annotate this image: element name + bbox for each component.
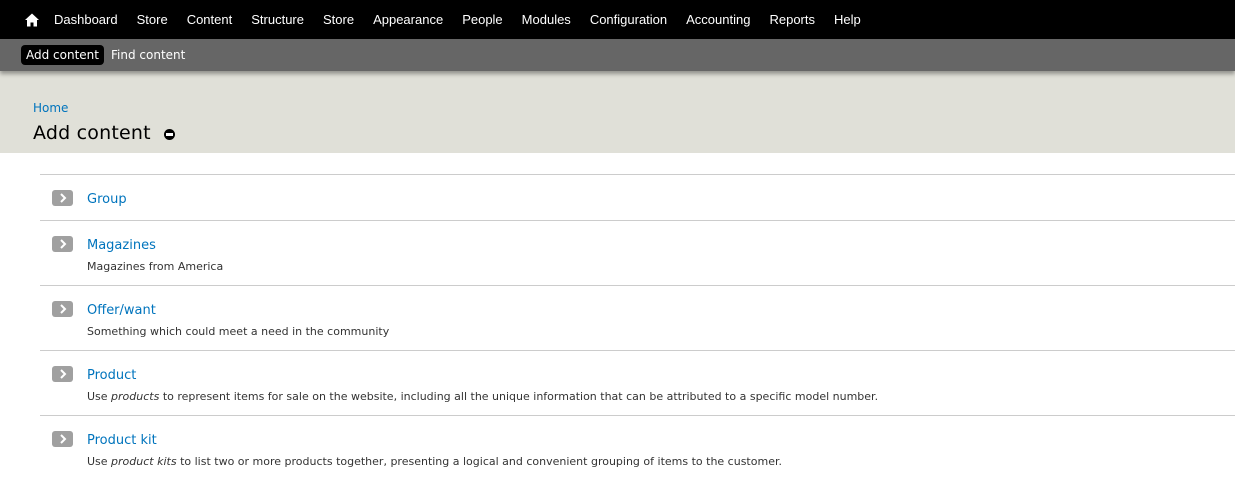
chevron-right-icon	[52, 190, 73, 206]
content-type-description: Use product kits to list two or more pro…	[87, 455, 1235, 468]
description-emphasis: product kits	[111, 455, 177, 468]
chevron-right-icon	[52, 366, 73, 382]
toolbar-item-store[interactable]: Store	[137, 12, 168, 27]
home-icon[interactable]	[24, 12, 40, 28]
remove-shortcut-icon[interactable]	[163, 129, 175, 140]
shortcut-add-content[interactable]: Add content	[21, 45, 104, 65]
content-type-description: Something which could meet a need in the…	[87, 325, 1235, 338]
chevron-right-icon	[52, 236, 73, 252]
content-type-description: Use products to represent items for sale…	[87, 390, 1235, 403]
content-type-list: Group Magazines Magazines from America O…	[40, 174, 1235, 480]
content-type-description: Magazines from America	[87, 260, 1235, 273]
description-text: Something which could meet a need in the…	[87, 325, 390, 338]
content-type-link[interactable]: Magazines	[87, 238, 156, 253]
content-type-magazines: Magazines Magazines from America	[40, 221, 1235, 286]
page-title: Add content	[33, 122, 151, 144]
toolbar-item-appearance[interactable]: Appearance	[373, 12, 443, 27]
description-text: to represent items for sale on the websi…	[159, 390, 879, 403]
toolbar-item-structure[interactable]: Structure	[251, 12, 304, 27]
shortcuts-bar: Add content Find content	[0, 39, 1235, 71]
toolbar-item-help[interactable]: Help	[834, 12, 861, 27]
chevron-right-icon	[52, 301, 73, 317]
toolbar-item-dashboard[interactable]: Dashboard	[54, 12, 118, 27]
chevron-right-icon	[52, 431, 73, 447]
content-type-group: Group	[40, 175, 1235, 221]
toolbar-item-content[interactable]: Content	[187, 12, 233, 27]
toolbar-item-modules[interactable]: Modules	[522, 12, 571, 27]
toolbar-item-accounting[interactable]: Accounting	[686, 12, 750, 27]
page-header: Home Add content	[0, 71, 1235, 153]
description-text: to list two or more products together, p…	[176, 455, 782, 468]
description-text: Use	[87, 455, 112, 468]
description-text: Magazines from America	[87, 260, 224, 273]
content-type-product: Product Use products to represent items …	[40, 351, 1235, 416]
content-type-product-kit: Product kit Use product kits to list two…	[40, 416, 1235, 480]
content-type-link[interactable]: Product kit	[87, 433, 157, 448]
breadcrumb-home[interactable]: Home	[33, 101, 68, 115]
toolbar-item-people[interactable]: People	[462, 12, 502, 27]
toolbar-item-reports[interactable]: Reports	[769, 12, 815, 27]
title-row: Add content	[33, 122, 1235, 144]
toolbar-item-store-2[interactable]: Store	[323, 12, 354, 27]
shortcut-find-content[interactable]: Find content	[106, 45, 190, 65]
content-type-offer-want: Offer/want Something which could meet a …	[40, 286, 1235, 351]
description-emphasis: products	[111, 390, 160, 403]
content-type-link[interactable]: Offer/want	[87, 303, 156, 318]
toolbar-item-configuration[interactable]: Configuration	[590, 12, 667, 27]
admin-toolbar: Dashboard Store Content Structure Store …	[0, 0, 1235, 39]
content-type-link[interactable]: Product	[87, 368, 136, 383]
description-text: Use	[87, 390, 112, 403]
content-type-link[interactable]: Group	[87, 192, 127, 207]
